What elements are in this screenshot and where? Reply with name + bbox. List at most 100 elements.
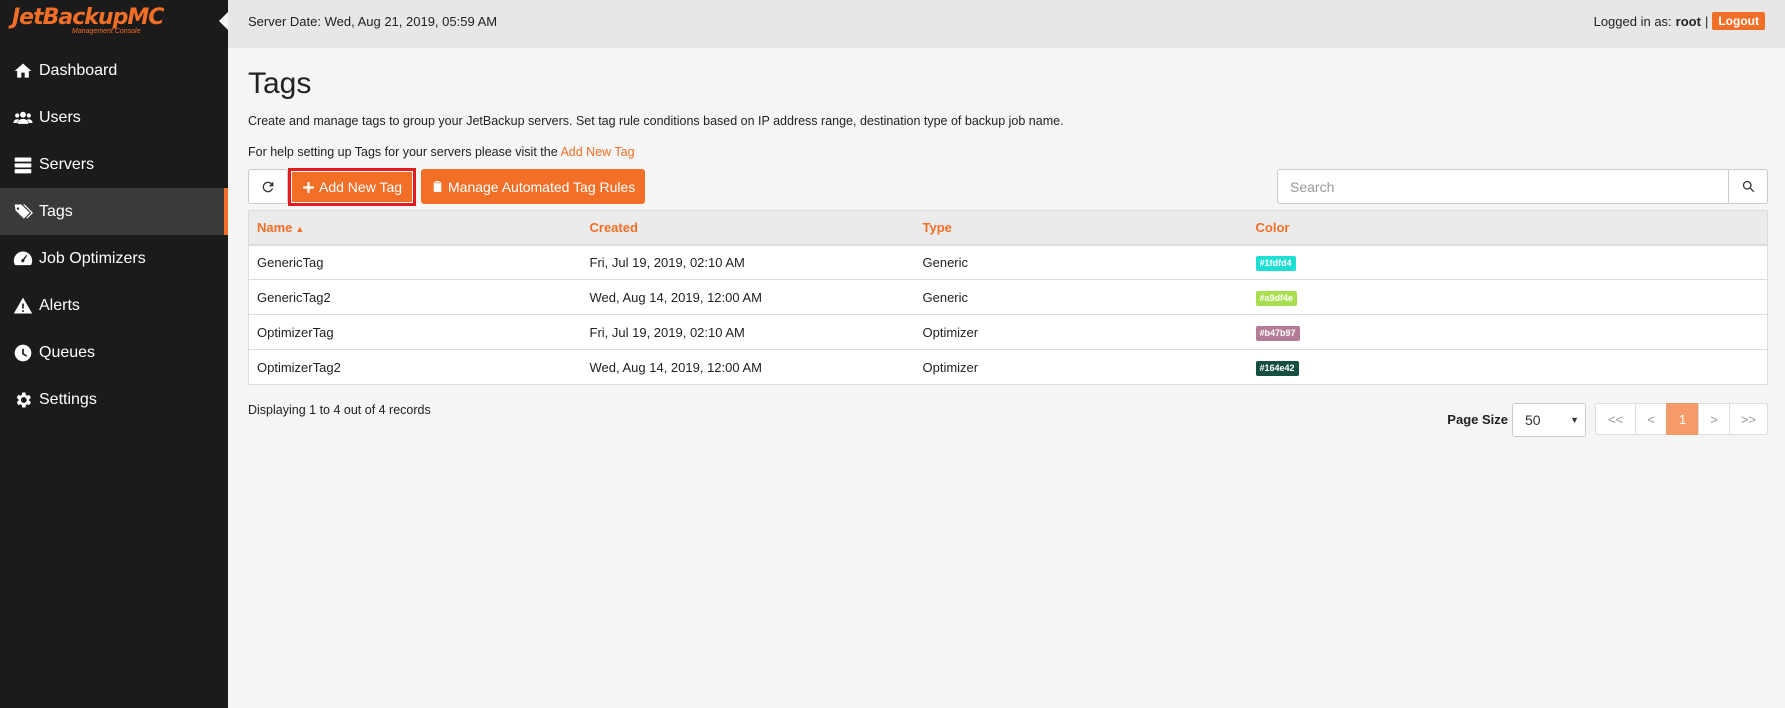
sidebar-item-label: Users: [39, 108, 81, 126]
main-content: Tags Create and manage tags to group you…: [248, 48, 1768, 439]
home-icon: [13, 61, 33, 81]
pagination: << < 1 > >>: [1595, 403, 1768, 435]
sort-asc-icon: ▲: [295, 223, 305, 234]
manage-tag-rules-label: Manage Automated Tag Rules: [448, 178, 636, 195]
table-row[interactable]: GenericTag2 Wed, Aug 14, 2019, 12:00 AM …: [248, 279, 1768, 315]
sidebar-item-tags[interactable]: Tags: [0, 188, 228, 235]
prev-page-button[interactable]: <: [1635, 403, 1667, 435]
column-header-type[interactable]: Type: [914, 210, 1248, 246]
sidebar-item-label: Servers: [39, 155, 95, 173]
page-title: Tags: [248, 67, 312, 100]
refresh-button[interactable]: [248, 169, 288, 204]
next-page-button[interactable]: >: [1698, 403, 1730, 435]
tag-type: Generic: [914, 244, 1248, 280]
color-badge: #a9df4e: [1255, 290, 1298, 306]
color-badge: #1fdfd4: [1255, 255, 1296, 271]
table-row[interactable]: OptimizerTag Fri, Jul 19, 2019, 02:10 AM…: [248, 314, 1768, 350]
sidebar-notch: [219, 12, 228, 30]
add-tag-highlight: Add New Tag: [288, 168, 417, 206]
records-summary: Displaying 1 to 4 out of 4 records: [248, 403, 431, 417]
logo-text: JetBackupMC: [12, 5, 164, 30]
tags-icon: [13, 202, 33, 222]
sidebar-item-settings[interactable]: Settings: [0, 376, 228, 423]
tag-created: Fri, Jul 19, 2019, 02:10 AM: [581, 244, 915, 280]
clock-icon: [13, 343, 33, 363]
manage-tag-rules-button[interactable]: Manage Automated Tag Rules: [421, 169, 646, 204]
sidebar-item-dashboard[interactable]: Dashboard: [0, 47, 228, 94]
sidebar-nav: Dashboard Users Servers Tags Job Optimiz…: [0, 47, 228, 423]
server-date: Server Date: Wed, Aug 21, 2019, 05:59 AM: [248, 14, 498, 29]
tag-color-cell: #164e42: [1247, 349, 1768, 385]
sidebar-item-users[interactable]: Users: [0, 94, 228, 141]
page-size-select[interactable]: 50 ▼: [1512, 403, 1586, 437]
column-header-created[interactable]: Created: [581, 210, 915, 246]
tag-name: OptimizerTag2: [248, 349, 582, 385]
tag-name: OptimizerTag: [248, 314, 582, 350]
tag-type: Optimizer: [914, 349, 1248, 385]
tag-created: Fri, Jul 19, 2019, 02:10 AM: [581, 314, 915, 350]
gear-icon: [13, 390, 33, 410]
search-input[interactable]: [1277, 169, 1729, 204]
tags-table: Name ▲ Created Type Color GenericTag Fri,…: [248, 210, 1768, 385]
sidebar-item-label: Alerts: [39, 296, 80, 314]
table-header-row: Name ▲ Created Type Color: [248, 210, 1768, 246]
page-description: Create and manage tags to group your Jet…: [248, 114, 1064, 128]
tag-name: GenericTag2: [248, 279, 582, 315]
top-bar: Server Date: Wed, Aug 21, 2019, 05:59 AM…: [228, 0, 1785, 48]
add-new-tag-label: Add New Tag: [319, 179, 403, 195]
logo[interactable]: JetBackupMC Management Console: [0, 0, 228, 44]
search-button[interactable]: [1729, 169, 1768, 204]
last-page-button[interactable]: >>: [1729, 403, 1768, 435]
sidebar-item-alerts[interactable]: Alerts: [0, 282, 228, 329]
table-row[interactable]: GenericTag Fri, Jul 19, 2019, 02:10 AM G…: [248, 244, 1768, 280]
logout-button[interactable]: Logout: [1712, 12, 1765, 30]
login-info: Logged in as: root | Logout: [1594, 12, 1765, 30]
help-link[interactable]: Add New Tag: [560, 145, 634, 159]
tag-type: Generic: [914, 279, 1248, 315]
first-page-button[interactable]: <<: [1595, 403, 1636, 435]
help-text: For help setting up Tags for your server…: [248, 145, 1768, 159]
username: root: [1675, 13, 1701, 29]
caret-down-icon: ▼: [1570, 415, 1579, 425]
page-size-value: 50: [1525, 412, 1541, 428]
tag-type: Optimizer: [914, 314, 1248, 350]
help-text-label: For help setting up Tags for your server…: [248, 145, 558, 159]
add-new-tag-button[interactable]: Add New Tag: [292, 172, 413, 202]
plus-icon: [303, 181, 314, 193]
tag-color-cell: #a9df4e: [1247, 279, 1768, 315]
toolbar: Add New Tag Manage Automated Tag Rules: [248, 168, 1768, 206]
sidebar-item-label: Queues: [39, 343, 96, 361]
color-badge: #164e42: [1255, 360, 1299, 376]
search-box: [1277, 169, 1768, 204]
warning-icon: [13, 296, 33, 316]
sidebar-item-label: Tags: [39, 202, 73, 220]
column-header-label: Name: [257, 219, 293, 235]
gauge-icon: [13, 249, 33, 269]
page-size-label: Page Size: [1447, 412, 1508, 427]
sidebar-item-label: Dashboard: [39, 61, 118, 79]
tag-created: Wed, Aug 14, 2019, 12:00 AM: [581, 279, 915, 315]
color-badge: #b47b97: [1255, 325, 1300, 341]
clipboard-check-icon: [433, 181, 442, 192]
logged-in-label: Logged in as:: [1593, 13, 1672, 29]
sidebar-item-label: Job Optimizers: [39, 249, 146, 267]
search-icon: [1742, 180, 1754, 193]
tag-created: Wed, Aug 14, 2019, 12:00 AM: [581, 349, 915, 385]
separator: |: [1704, 13, 1709, 29]
tag-name: GenericTag: [248, 244, 582, 280]
tag-color-cell: #b47b97: [1247, 314, 1768, 350]
column-header-color[interactable]: Color: [1247, 210, 1768, 246]
tag-color-cell: #1fdfd4: [1247, 244, 1768, 280]
sidebar-item-job-optimizers[interactable]: Job Optimizers: [0, 235, 228, 282]
current-page-button[interactable]: 1: [1666, 403, 1699, 435]
servers-icon: [13, 155, 33, 175]
table-row[interactable]: OptimizerTag2 Wed, Aug 14, 2019, 12:00 A…: [248, 349, 1768, 385]
sidebar-item-label: Settings: [39, 390, 97, 408]
sidebar-item-queues[interactable]: Queues: [0, 329, 228, 376]
sidebar-item-servers[interactable]: Servers: [0, 141, 228, 188]
column-header-name[interactable]: Name ▲: [248, 210, 582, 246]
users-icon: [13, 108, 33, 128]
sidebar: JetBackupMC Management Console Dashboard…: [0, 0, 228, 708]
refresh-icon: [262, 181, 274, 192]
table-footer: Displaying 1 to 4 out of 4 records Page …: [248, 403, 1768, 439]
